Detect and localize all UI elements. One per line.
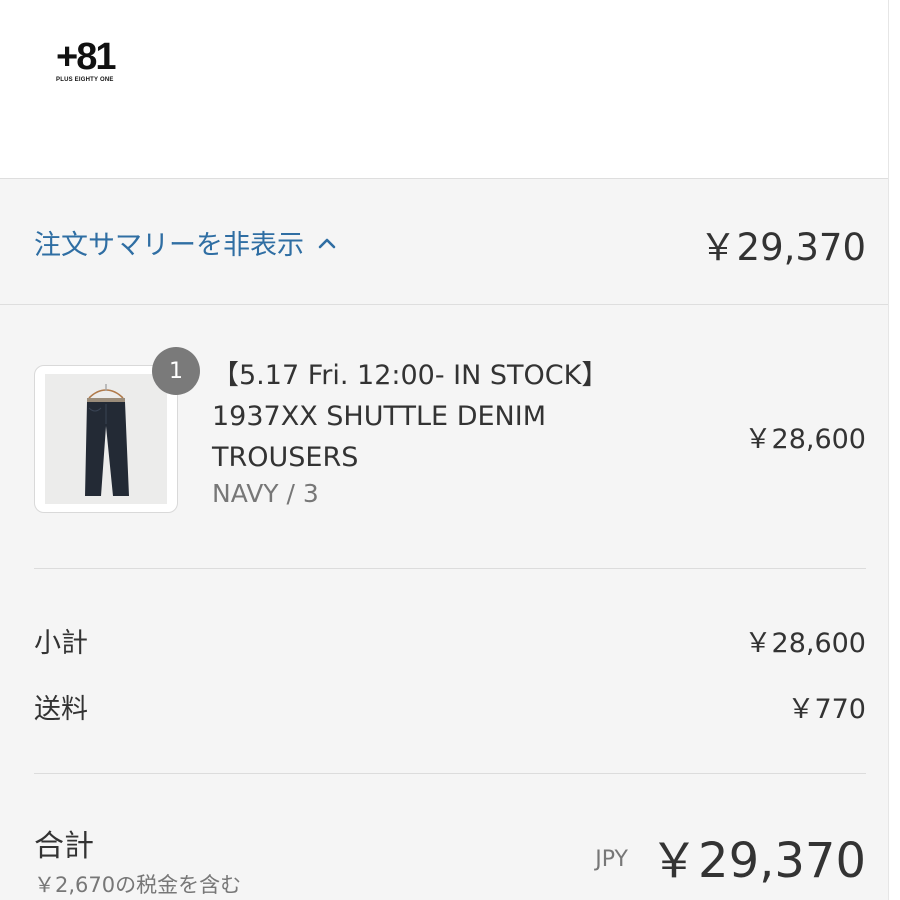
order-summary-toggle[interactable]: 注文サマリーを非表示 xyxy=(34,223,338,262)
total-label: 合計 xyxy=(34,829,94,864)
line-item-price: ￥28,600 xyxy=(744,424,866,455)
total-value: ￥29,370 xyxy=(650,833,866,889)
line-item-title: 【5.17 Fri. 12:00- IN STOCK】1937XX SHUTTL… xyxy=(212,360,609,473)
order-summary-total: ￥29,370 xyxy=(699,226,866,269)
brand-logo[interactable]: +81 PLUS EIGHTY ONE xyxy=(56,38,128,88)
shipping-row: 送料 ￥770 xyxy=(34,687,866,727)
header: +81 PLUS EIGHTY ONE xyxy=(0,0,888,178)
denim-trousers-image xyxy=(85,384,129,496)
subtotal-label: 小計 xyxy=(34,628,88,659)
subtotal-value: ￥28,600 xyxy=(744,628,866,659)
divider xyxy=(34,773,866,774)
order-summary-toggle-label: 注文サマリーを非表示 xyxy=(34,230,304,261)
logo-subtitle: PLUS EIGHTY ONE xyxy=(56,77,114,83)
product-image-backdrop xyxy=(45,374,167,504)
total-section: 合計 ￥2,670の税金を含む JPY ￥29,370 xyxy=(34,821,866,900)
tax-note: ￥2,670の税金を含む xyxy=(34,873,242,897)
shipping-value: ￥770 xyxy=(787,694,866,725)
logo-mark: +81 xyxy=(56,36,116,78)
page-edge-divider xyxy=(888,0,889,900)
product-thumbnail xyxy=(34,365,178,513)
chevron-up-icon xyxy=(318,238,336,248)
line-item: 1 【5.17 Fri. 12:00- IN STOCK】1937XX SHUT… xyxy=(34,347,866,515)
quantity-badge: 1 xyxy=(152,347,200,395)
subtotal-row: 小計 ￥28,600 xyxy=(34,621,866,661)
divider xyxy=(34,568,866,569)
currency-code: JPY xyxy=(595,847,628,872)
line-item-variant: NAVY / 3 xyxy=(212,479,319,508)
order-summary: 注文サマリーを非表示 ￥29,370 1 【5.17 Fri. 12:00- I… xyxy=(0,178,888,900)
order-summary-toggle-row: 注文サマリーを非表示 ￥29,370 xyxy=(0,179,888,305)
shipping-label: 送料 xyxy=(34,694,88,725)
